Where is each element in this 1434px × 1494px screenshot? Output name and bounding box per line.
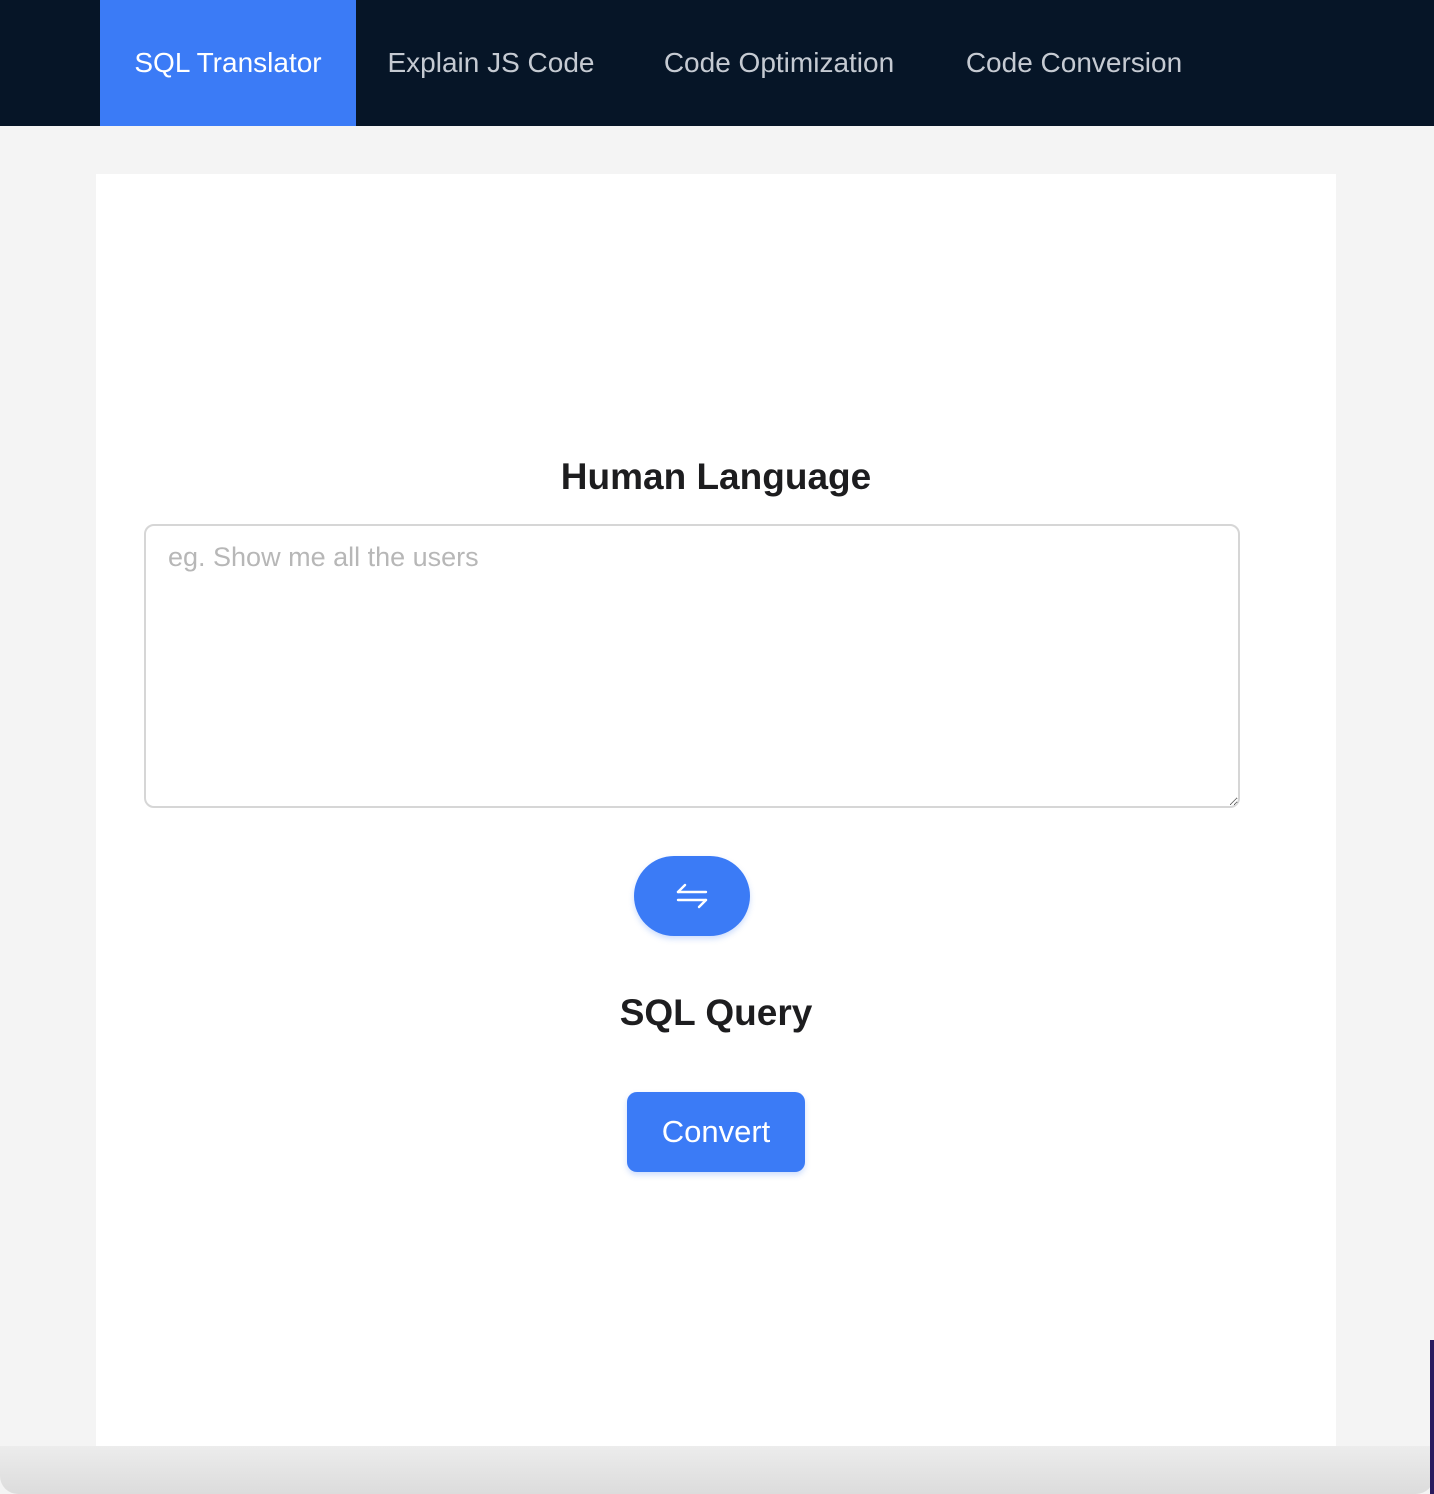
swap-button[interactable] [634, 856, 750, 936]
tab-label: Code Optimization [663, 47, 895, 78]
top-navigation-bar: SQL Translator Explain JS Code Code Opti… [0, 0, 1434, 126]
swap-arrows-icon [676, 883, 708, 909]
tab-code-conversion[interactable]: Code Conversion [932, 0, 1216, 126]
human-language-input[interactable] [144, 524, 1240, 808]
tab-label: Explain JS Code [387, 47, 595, 78]
tab-label: SQL Translator [134, 47, 322, 78]
window-bottom-edge [0, 1446, 1434, 1494]
tab-code-optimization[interactable]: Code Optimization [626, 0, 932, 126]
main-card: Human Language SQL Query Convert [96, 174, 1336, 1446]
tab-sql-translator[interactable]: SQL Translator [100, 0, 356, 126]
human-language-heading: Human Language [560, 456, 872, 497]
tab-label: Code Conversion [965, 47, 1183, 78]
sql-query-heading: SQL Query [619, 992, 813, 1033]
human-language-input-wrapper [144, 524, 1240, 808]
tab-explain-js-code[interactable]: Explain JS Code [356, 0, 626, 126]
convert-button[interactable]: Convert [627, 1092, 805, 1172]
window-right-edge [1430, 1340, 1434, 1494]
